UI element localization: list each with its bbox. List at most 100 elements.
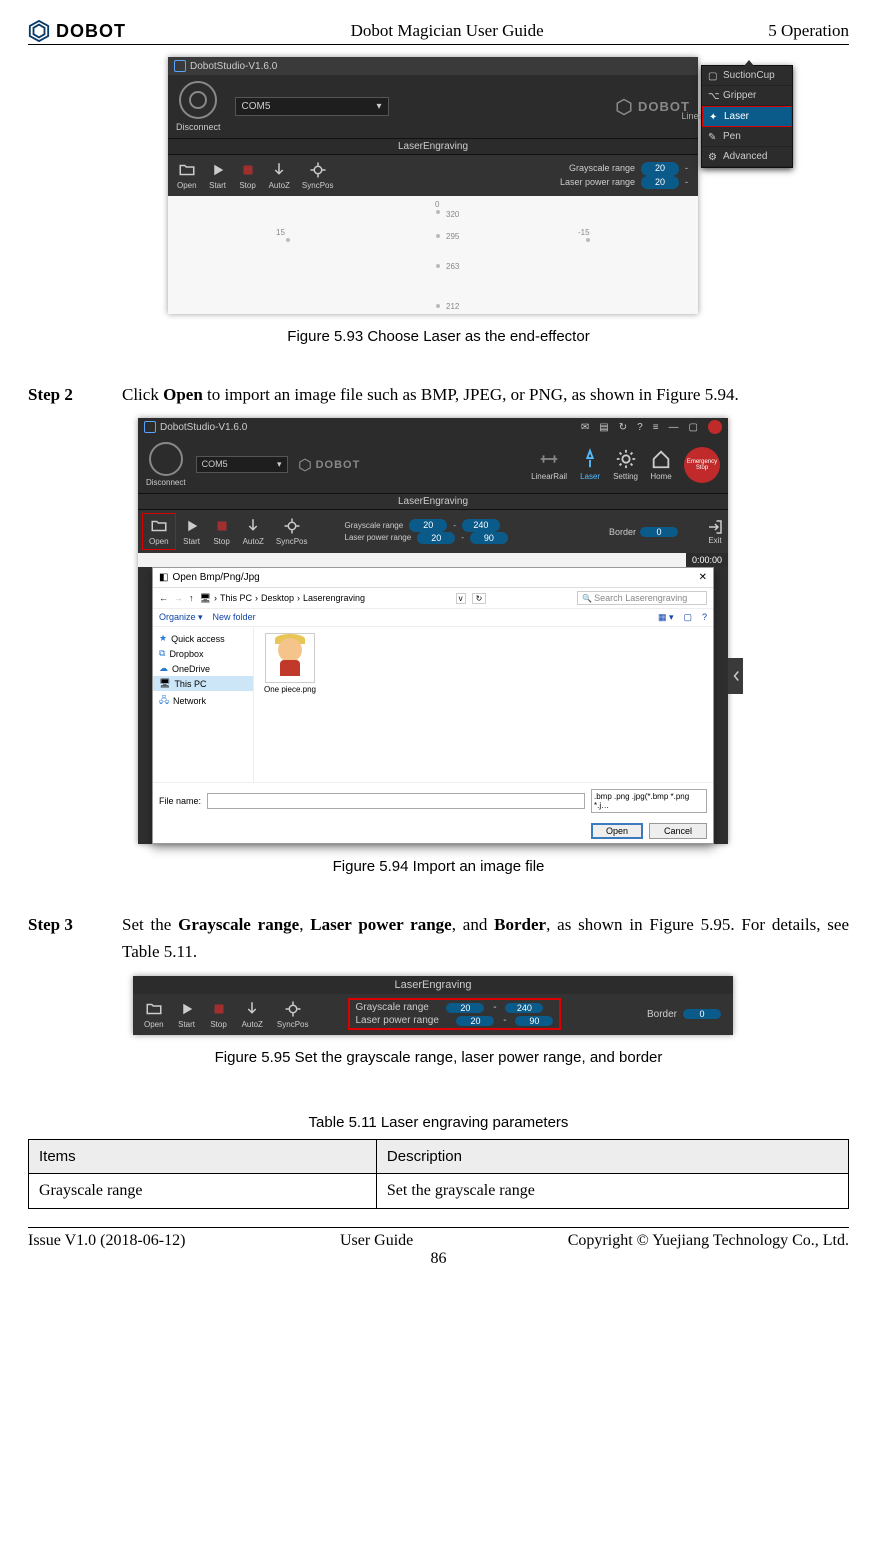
figure-5-95: LaserEngraving Open Start Stop AutoZ Syn… — [133, 976, 733, 1035]
sidebar-quick-access[interactable]: ★Quick access — [153, 631, 253, 646]
home-button[interactable]: Home — [650, 448, 672, 481]
disconnect-button[interactable]: Disconnect — [146, 442, 186, 487]
grayscale-max[interactable]: 240 — [462, 519, 500, 532]
target-icon — [283, 517, 301, 535]
help-icon[interactable]: ? — [637, 422, 643, 433]
border-value[interactable]: 0 — [640, 527, 678, 537]
laser-tool-button[interactable]: Laser — [579, 448, 601, 481]
setting-button[interactable]: Setting — [613, 448, 638, 481]
menu-gripper[interactable]: ⌥Gripper — [702, 86, 792, 106]
search-input[interactable]: 🔍 Search Laserengraving — [577, 591, 707, 605]
nav-back-icon[interactable]: ← — [159, 593, 168, 603]
border-value[interactable]: 0 — [683, 1009, 721, 1019]
open-button[interactable]: Open — [139, 998, 169, 1031]
menu-icon[interactable]: ≡ — [653, 422, 659, 433]
folder-icon — [178, 161, 196, 179]
chevron-down-icon: ▾ — [277, 459, 282, 470]
col-items: Items — [29, 1139, 377, 1173]
open-button[interactable]: Open — [144, 515, 174, 548]
refresh-icon[interactable]: ↻ — [619, 422, 627, 433]
linear-rail-button[interactable]: LinearRail — [531, 448, 567, 481]
close-icon[interactable]: ✕ — [699, 572, 707, 583]
window-controls: ✉ ▤ ↻ ? ≡ — ▢ — [581, 420, 722, 434]
figure-94-caption: Figure 5.94 Import an image file — [28, 858, 849, 875]
open-button[interactable]: Open — [591, 823, 643, 839]
start-button[interactable]: Start — [173, 998, 201, 1031]
stop-icon — [213, 517, 231, 535]
side-panel-handle[interactable] — [728, 658, 743, 694]
sidebar-this-pc[interactable]: 🖥This PC — [153, 676, 253, 691]
pc-icon: 🖥 — [200, 593, 211, 604]
target-icon — [309, 161, 327, 179]
stop-button[interactable]: Stop — [205, 998, 233, 1031]
breadcrumb[interactable]: 🖥 ›This PC ›Desktop ›Laserengraving — [200, 593, 366, 604]
dialog-icon: ◧ — [159, 572, 168, 583]
laser-min[interactable]: 20 — [456, 1016, 494, 1026]
autoz-button[interactable]: AutoZ — [264, 159, 295, 192]
nav-up-icon[interactable]: ↑ — [189, 593, 194, 603]
grayscale-min[interactable]: 20 — [446, 1003, 484, 1013]
open-file-dialog: ◧ Open Bmp/Png/Jpg ✕ ← → ↑ 🖥 ›This PC ›D… — [152, 567, 714, 844]
footer-copyright: Copyright © Yuejiang Technology Co., Ltd… — [568, 1232, 849, 1250]
close-icon[interactable] — [708, 420, 722, 434]
sidebar-network[interactable]: 🖧Network — [153, 691, 253, 711]
autoz-button[interactable]: AutoZ — [238, 515, 269, 548]
menu-laser[interactable]: ✦Laser — [702, 106, 792, 127]
step-body: Click Open to import an image file such … — [122, 381, 849, 408]
cancel-button[interactable]: Cancel — [649, 823, 707, 839]
minimize-icon[interactable]: — — [669, 422, 679, 433]
menu-suctioncup[interactable]: ▢SuctionCup — [702, 66, 792, 86]
port-select[interactable]: COM5 ▾ — [235, 97, 389, 116]
new-folder-button[interactable]: New folder — [213, 612, 256, 623]
nav-fwd-icon[interactable]: → — [174, 593, 183, 603]
maximize-icon[interactable]: ▢ — [689, 422, 698, 433]
file-filter[interactable]: .bmp .png .jpg(*.bmp *.png *.j… — [591, 789, 707, 813]
canvas-area[interactable]: 0:00:00 — [138, 553, 728, 567]
syncpos-button[interactable]: SyncPos — [297, 159, 339, 192]
start-button[interactable]: Start — [178, 515, 206, 548]
laser-min[interactable]: 20 — [417, 532, 455, 545]
view-icon[interactable]: ▦ ▾ — [658, 612, 674, 623]
syncpos-button[interactable]: SyncPos — [271, 515, 313, 548]
hex-icon — [615, 98, 633, 116]
grayscale-min[interactable]: 20 — [409, 519, 447, 532]
disconnect-button[interactable]: Disconnect — [176, 81, 221, 132]
laser-icon: ✦ — [709, 112, 719, 122]
params-table: Items Description Grayscale range Set th… — [28, 1139, 849, 1209]
filename-input[interactable] — [207, 793, 585, 809]
sidebar-onedrive[interactable]: ☁OneDrive — [153, 661, 253, 676]
play-icon — [209, 161, 227, 179]
grayscale-max[interactable]: 240 — [505, 1003, 543, 1013]
grayscale-min[interactable]: 20 — [641, 162, 679, 176]
syncpos-button[interactable]: SyncPos — [272, 998, 314, 1031]
autoz-button[interactable]: AutoZ — [237, 998, 268, 1031]
laser-max[interactable]: 90 — [515, 1016, 553, 1026]
doc-icon[interactable]: ▤ — [599, 422, 608, 433]
laser-min[interactable]: 20 — [641, 176, 679, 190]
stop-button[interactable]: Stop — [208, 515, 236, 548]
organize-menu[interactable]: Organize ▾ — [159, 612, 203, 623]
help-icon[interactable]: ? — [702, 612, 707, 623]
exit-button[interactable]: Exit — [706, 518, 724, 545]
start-button[interactable]: Start — [204, 159, 232, 192]
brand-text: DOBOT — [56, 21, 126, 42]
page-number: 86 — [28, 1250, 849, 1268]
laser-max[interactable]: 90 — [470, 532, 508, 545]
open-button[interactable]: Open — [172, 159, 202, 192]
step-3: Step 3 Set the Grayscale range, Laser po… — [28, 911, 849, 965]
app-icon — [144, 421, 156, 433]
stop-button[interactable]: Stop — [234, 159, 262, 192]
preview-icon[interactable]: ▢ — [683, 612, 692, 623]
file-list[interactable]: One piece.png — [254, 627, 713, 782]
menu-advanced[interactable]: ⚙Advanced — [702, 147, 792, 167]
app-title: DobotStudio-V1.6.0 — [160, 422, 247, 433]
menu-pen[interactable]: ✎Pen — [702, 127, 792, 147]
canvas-area[interactable]: 0 15 -15 320 295 263 212 — [168, 196, 698, 314]
emergency-stop-button[interactable]: EmergencyStop — [684, 447, 720, 483]
file-item[interactable]: One piece.png — [260, 633, 320, 694]
port-select[interactable]: COM5▾ — [196, 456, 288, 473]
mode-label: LaserEngraving — [133, 976, 733, 994]
laser-icon — [579, 448, 601, 470]
msg-icon[interactable]: ✉ — [581, 422, 589, 433]
sidebar-dropbox[interactable]: ⧉Dropbox — [153, 646, 253, 661]
